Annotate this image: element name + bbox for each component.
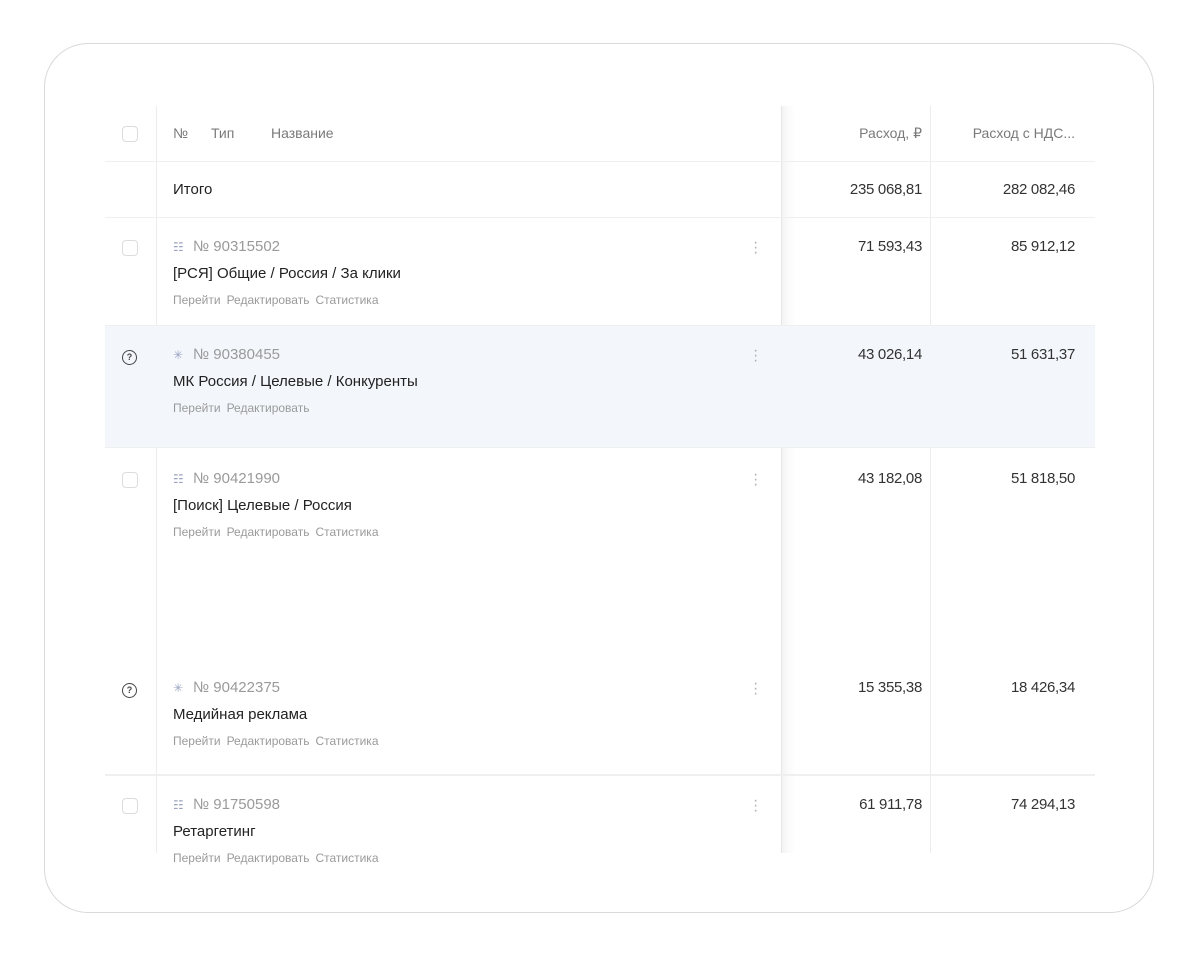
column-header-name[interactable]: Название [271, 125, 334, 141]
campaign-name[interactable]: Медийная реклама [173, 706, 307, 723]
campaign-id-text: № 90315502 [193, 238, 280, 255]
spend-value: 61 911,78 [859, 796, 922, 813]
column-header-spend-vat[interactable]: Расход с НДС... [973, 125, 1075, 141]
more-icon[interactable]: · · · [753, 343, 758, 369]
master-campaign-icon: ✳ [173, 348, 184, 362]
table-row-group: ☷ № 90421990 [Поиск] Целевые / Россия Пер… [105, 448, 1095, 775]
spend-vat-value: 51 818,50 [1010, 470, 1075, 487]
table-row[interactable]: ? ✳ № 90380455 МК Россия / Целевые / Конк… [105, 326, 1095, 448]
campaign-table-card: № Тип Название Расход, ₽ Расход с НДС...… [44, 43, 1154, 913]
stats-link[interactable]: Статистика [315, 851, 378, 865]
go-link[interactable]: Перейти [173, 401, 221, 415]
campaign-id-text: № 90421990 [193, 470, 280, 487]
edit-link[interactable]: Редактировать [227, 734, 310, 748]
campaign-table: № Тип Название Расход, ₽ Расход с НДС...… [105, 106, 1095, 865]
edit-link[interactable]: Редактировать [227, 401, 310, 415]
campaign-id: ☷ № 91750598 [173, 796, 280, 813]
more-icon[interactable]: · · · [753, 793, 758, 819]
master-campaign-icon: ✳ [173, 681, 184, 695]
total-row: Итого 235 068,81 282 082,46 [105, 162, 1095, 218]
question-circle-icon[interactable]: ? [122, 683, 137, 698]
campaign-name[interactable]: Ретаргетинг [173, 823, 256, 840]
column-header-spend[interactable]: Расход, ₽ [859, 125, 922, 142]
more-icon[interactable]: · · · [753, 676, 758, 702]
campaign-actions: Перейти Редактировать Статистика [173, 293, 385, 307]
campaign-id-text: № 90422375 [193, 679, 280, 696]
row-checkbox[interactable] [122, 472, 138, 488]
text-ad-icon: ☷ [173, 240, 184, 254]
campaign-name[interactable]: МК Россия / Целевые / Конкуренты [173, 373, 418, 390]
row-checkbox[interactable] [122, 798, 138, 814]
edit-link[interactable]: Редактировать [227, 525, 310, 539]
stats-link[interactable]: Статистика [315, 525, 378, 539]
campaign-id: ☷ № 90315502 [173, 238, 280, 255]
campaign-name[interactable]: [Поиск] Целевые / Россия [173, 497, 352, 514]
spend-vat-value: 85 912,12 [1010, 238, 1075, 255]
column-header-number[interactable]: № [173, 125, 188, 141]
campaign-actions: Перейти Редактировать Статистика [173, 851, 385, 865]
spend-vat-value: 18 426,34 [1010, 679, 1075, 696]
go-link[interactable]: Перейти [173, 293, 221, 307]
campaign-id-text: № 91750598 [193, 796, 280, 813]
spend-vat-value: 51 631,37 [1010, 346, 1075, 363]
campaign-actions: Перейти Редактировать [173, 401, 315, 415]
campaign-id: ☷ № 90421990 [173, 470, 280, 487]
go-link[interactable]: Перейти [173, 851, 221, 865]
stats-link[interactable]: Статистика [315, 734, 378, 748]
edit-link[interactable]: Редактировать [227, 851, 310, 865]
text-ad-icon: ☷ [173, 472, 184, 486]
campaign-actions: Перейти Редактировать Статистика [173, 525, 385, 539]
total-spend: 235 068,81 [849, 181, 922, 198]
campaign-name[interactable]: [РСЯ] Общие / Россия / За клики [173, 265, 401, 282]
text-ad-icon: ☷ [173, 798, 184, 812]
column-header-type[interactable]: Тип [211, 125, 234, 141]
question-circle-icon[interactable]: ? [122, 350, 137, 365]
spend-value: 71 593,43 [857, 238, 922, 255]
select-all-checkbox[interactable] [122, 126, 138, 142]
stats-link[interactable]: Статистика [315, 293, 378, 307]
campaign-id: ✳ № 90422375 [173, 679, 280, 696]
go-link[interactable]: Перейти [173, 734, 221, 748]
go-link[interactable]: Перейти [173, 525, 221, 539]
more-icon[interactable]: · · · [753, 235, 758, 261]
campaign-id-text: № 90380455 [193, 346, 280, 363]
table-row[interactable]: ☷ № 91750598 Ретаргетинг Перейти Редактиро… [105, 775, 1095, 865]
spend-value: 43 026,14 [857, 346, 922, 363]
table-row[interactable]: ☷ № 90315502 [РСЯ] Общие / Россия / За кл… [105, 218, 1095, 326]
table-header: № Тип Название Расход, ₽ Расход с НДС... [105, 106, 1095, 162]
total-label: Итого [173, 181, 213, 198]
more-icon[interactable]: · · · [753, 467, 758, 493]
spend-value: 43 182,08 [857, 470, 922, 487]
spend-vat-value: 74 294,13 [1010, 796, 1075, 813]
campaign-actions: Перейти Редактировать Статистика [173, 734, 385, 748]
row-checkbox[interactable] [122, 240, 138, 256]
campaign-id: ✳ № 90380455 [173, 346, 280, 363]
edit-link[interactable]: Редактировать [227, 293, 310, 307]
spend-value: 15 355,38 [857, 679, 922, 696]
total-spend-vat: 282 082,46 [1002, 181, 1075, 198]
